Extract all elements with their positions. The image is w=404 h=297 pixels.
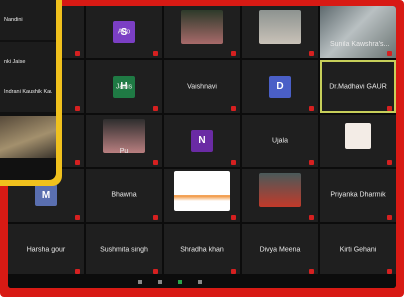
muted-mic-icon	[231, 160, 236, 166]
participant-name: Bhawna	[111, 191, 137, 199]
participant-name: Shradha khan	[180, 246, 224, 254]
camera-toolbar-icon[interactable]	[158, 280, 162, 284]
muted-mic-icon	[153, 51, 158, 57]
muted-mic-icon	[75, 105, 80, 111]
participant-tile[interactable]: Ujala	[242, 114, 318, 168]
participant-photo	[259, 10, 301, 44]
participant-tile[interactable]	[242, 169, 318, 222]
participant-tile[interactable]: Sunila Kawshra's...	[320, 6, 396, 59]
participant-name: Priyanka Dharmik	[330, 191, 386, 199]
participant-tile[interactable]: S Ano	[86, 6, 162, 59]
sidebar-panel: Nandini nki Jaise Indrani Kaushik Kausha	[0, 0, 56, 180]
participant-tile[interactable]: D	[242, 60, 318, 113]
participant-name: Ujala	[272, 137, 288, 145]
muted-mic-icon	[309, 214, 314, 220]
participant-name: Janis	[115, 83, 133, 91]
participant-name: Kirti Gehani	[339, 246, 377, 254]
sidebar-row-label: Nandini	[4, 17, 23, 23]
muted-mic-icon	[75, 160, 80, 166]
muted-mic-icon	[387, 51, 392, 57]
participant-name: Ano	[117, 28, 131, 36]
sidebar-row[interactable]: Nandini	[0, 0, 56, 40]
participant-avatar: N	[191, 129, 213, 152]
muted-mic-icon	[387, 160, 392, 166]
participant-tile[interactable]	[164, 6, 240, 59]
participant-grid: S Ano Sunila Kawshra's... H Janis Vaishnavi D D…	[8, 6, 396, 276]
participant-tile[interactable]: Shradha khan	[164, 223, 240, 276]
muted-mic-icon	[153, 105, 158, 111]
participant-tile[interactable]: Sushmita singh	[86, 223, 162, 276]
sidebar-row-label: Indrani Kaushik Kausha	[4, 89, 52, 95]
muted-mic-icon	[231, 51, 236, 57]
muted-mic-icon	[387, 214, 392, 220]
participant-tile[interactable]: H Janis	[86, 60, 162, 113]
participant-tile[interactable]: Kirti Gehani	[320, 223, 396, 276]
muted-mic-icon	[387, 105, 392, 111]
sidebar-row[interactable]: Indrani Kaushik Kausha	[0, 72, 56, 112]
participant-name: Vaishnavi	[187, 83, 217, 91]
muted-mic-icon	[153, 214, 158, 220]
participant-photo	[259, 173, 301, 208]
participant-name: Dr.Madhavi GAUR	[329, 83, 387, 91]
meeting-screen: S Ano Sunila Kawshra's... H Janis Vaishnavi D D…	[8, 6, 396, 288]
participant-poster	[174, 171, 230, 212]
participant-name: Divya Meena	[259, 246, 301, 254]
participant-photo	[181, 10, 223, 44]
participant-tile[interactable]: Bhawna	[86, 169, 162, 222]
participant-tile[interactable]: N	[164, 114, 240, 168]
participant-name: Sunila Kawshra's...	[330, 41, 390, 49]
participant-avatar: D	[269, 75, 291, 98]
participant-tile[interactable]	[320, 114, 396, 168]
participant-tile[interactable]: Harsha gour	[8, 223, 84, 276]
muted-mic-icon	[75, 214, 80, 220]
muted-mic-icon	[153, 160, 158, 166]
muted-mic-icon	[309, 51, 314, 57]
muted-mic-icon	[231, 105, 236, 111]
meeting-toolbar	[8, 274, 396, 288]
participant-avatar: M	[35, 184, 57, 207]
yellow-sidebar-frame: Nandini nki Jaise Indrani Kaushik Kausha	[0, 0, 62, 186]
mic-toolbar-icon[interactable]	[138, 280, 142, 284]
muted-mic-icon	[309, 105, 314, 111]
participant-name: Pu	[119, 148, 129, 156]
muted-mic-icon	[309, 160, 314, 166]
share-toolbar-icon[interactable]	[178, 280, 182, 284]
participant-tile[interactable]	[242, 6, 318, 59]
participant-name: Harsha gour	[26, 246, 66, 254]
sidebar-row-label: nki Jaise	[4, 59, 26, 65]
participant-tile[interactable]: Priyanka Dharmik	[320, 169, 396, 222]
muted-mic-icon	[75, 51, 80, 57]
participant-tile[interactable]	[164, 169, 240, 222]
muted-mic-icon	[231, 214, 236, 220]
participant-tile[interactable]: Divya Meena	[242, 223, 318, 276]
sidebar-video-photo	[0, 116, 56, 158]
participant-name: Sushmita singh	[100, 246, 148, 254]
participant-tile[interactable]: Pu	[86, 114, 162, 168]
participant-tile[interactable]: Dr.Madhavi GAUR	[320, 60, 396, 113]
participant-video	[320, 6, 396, 59]
participant-logo	[345, 122, 371, 149]
participant-tile[interactable]: Vaishnavi	[164, 60, 240, 113]
chat-toolbar-icon[interactable]	[198, 280, 202, 284]
